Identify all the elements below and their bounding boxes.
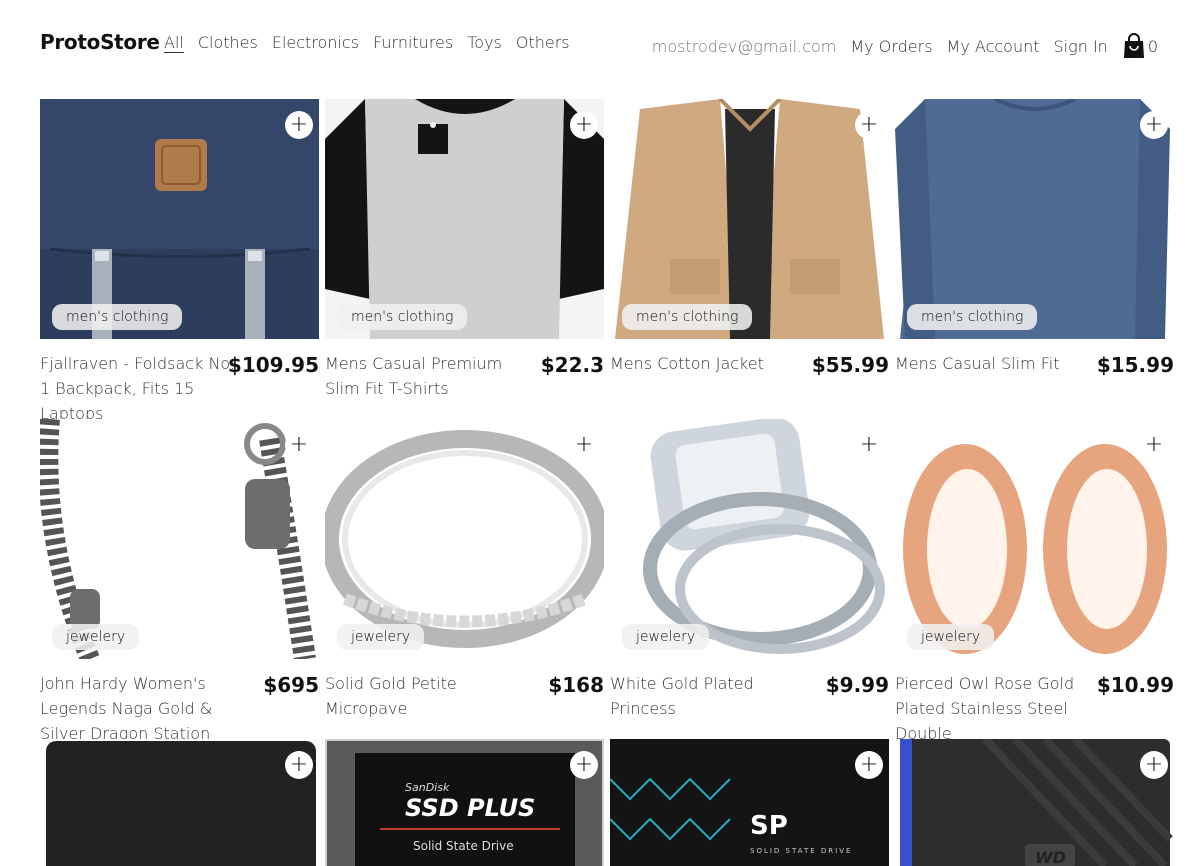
nav-category-toys[interactable]: Toys xyxy=(467,33,502,52)
category-badge: men's clothing xyxy=(907,304,1038,330)
my-orders-link[interactable]: My Orders xyxy=(850,37,932,56)
jacket-icon xyxy=(610,99,889,339)
ssd-sub: Solid State Drive xyxy=(413,839,514,853)
ssd-sp-icon: SP SOLID STATE DRIVE xyxy=(610,739,889,866)
product-price: $9.99 xyxy=(825,673,889,697)
add-to-cart-button[interactable]: + xyxy=(1140,431,1168,459)
nav-category-furnitures[interactable]: Furnitures xyxy=(373,33,453,52)
add-to-cart-button[interactable]: + xyxy=(1140,751,1168,779)
product-title[interactable]: White Gold Plated Princess xyxy=(610,671,810,721)
my-account-link[interactable]: My Account xyxy=(947,37,1040,56)
category-badge: jewelery xyxy=(907,624,995,650)
add-to-cart-button[interactable]: + xyxy=(285,431,313,459)
product-price: $168 xyxy=(548,673,604,697)
top-nav: ProtoStore All Clothes Electronics Furni… xyxy=(0,0,1198,90)
diamond-ring-icon xyxy=(610,419,889,659)
category-badge: jewelery xyxy=(52,624,140,650)
category-badge: jewelery xyxy=(622,624,710,650)
add-to-cart-button[interactable]: + xyxy=(855,431,883,459)
user-email: mostrodev@gmail.com xyxy=(651,36,837,56)
add-to-cart-button[interactable]: + xyxy=(855,751,883,779)
product-title[interactable]: Mens Casual Slim Fit xyxy=(895,351,1095,376)
backpack-icon xyxy=(40,99,319,339)
product-title[interactable]: Mens Cotton Jacket xyxy=(610,351,810,376)
nav-category-clothes[interactable]: Clothes xyxy=(198,33,258,52)
longsleeve-icon xyxy=(895,99,1174,339)
hard-drive-icon xyxy=(40,739,319,866)
ssd-model: SSD PLUS xyxy=(405,794,535,822)
product-image[interactable] xyxy=(610,419,889,659)
category-badge: jewelery xyxy=(337,624,425,650)
product-title[interactable]: Fjallraven - Foldsack No. 1 Backpack, Fi… xyxy=(40,351,240,426)
add-to-cart-button[interactable]: + xyxy=(285,111,313,139)
product-image[interactable] xyxy=(895,99,1174,339)
product-title[interactable]: Pierced Owl Rose Gold Plated Stainless S… xyxy=(895,671,1095,746)
product-image[interactable] xyxy=(895,419,1174,659)
category-badge: men's clothing xyxy=(622,304,753,330)
sign-in-link[interactable]: Sign In xyxy=(1054,37,1108,56)
product-title[interactable]: Solid Gold Petite Micropave xyxy=(325,671,525,721)
product-price: $695 xyxy=(263,673,319,697)
plugs-icon xyxy=(895,419,1174,659)
product-image[interactable]: SP SOLID STATE DRIVE xyxy=(610,739,889,866)
shopping-bag-icon xyxy=(1122,33,1146,59)
product-image[interactable] xyxy=(40,419,319,659)
nav-category-electronics[interactable]: Electronics xyxy=(272,33,359,52)
product-image[interactable] xyxy=(40,739,319,866)
add-to-cart-button[interactable]: + xyxy=(1140,111,1168,139)
add-to-cart-button[interactable]: + xyxy=(570,111,598,139)
wd-drive-icon: WD xyxy=(895,739,1174,866)
nav-category-others[interactable]: Others xyxy=(516,33,570,52)
cart-button[interactable]: 0 xyxy=(1122,33,1158,59)
add-to-cart-button[interactable]: + xyxy=(855,111,883,139)
product-image[interactable] xyxy=(325,419,604,659)
bracelet-icon xyxy=(40,419,319,659)
category-badge: men's clothing xyxy=(337,304,468,330)
ssd-brand: SanDisk xyxy=(405,781,450,794)
account-nav: mostrodev@gmail.com My Orders My Account… xyxy=(652,33,1158,59)
sp-brand: SP xyxy=(750,811,788,841)
ring-icon xyxy=(325,419,604,659)
product-price: $55.99 xyxy=(811,353,889,377)
category-nav: All Clothes Electronics Furnitures Toys … xyxy=(164,33,570,52)
product-image[interactable] xyxy=(325,99,604,339)
category-badge: men's clothing xyxy=(52,304,183,330)
nav-category-all[interactable]: All xyxy=(164,33,184,52)
product-price: $10.99 xyxy=(1096,673,1174,697)
product-price: $15.99 xyxy=(1096,353,1174,377)
product-price: $22.3 xyxy=(540,353,604,377)
cart-count: 0 xyxy=(1147,36,1158,56)
brand-logo[interactable]: ProtoStore xyxy=(40,30,160,54)
product-title[interactable]: Mens Casual Premium Slim Fit T-Shirts xyxy=(325,351,525,401)
wd-brand: WD xyxy=(1035,848,1066,866)
tshirt-icon xyxy=(325,99,604,339)
add-to-cart-button[interactable]: + xyxy=(285,751,313,779)
product-image[interactable]: SanDisk SSD PLUS Solid State Drive xyxy=(325,739,604,866)
product-price: $109.95 xyxy=(227,353,319,377)
product-image[interactable] xyxy=(40,99,319,339)
sp-sub: SOLID STATE DRIVE xyxy=(750,847,852,855)
ssd-icon: SanDisk SSD PLUS Solid State Drive xyxy=(325,739,604,866)
add-to-cart-button[interactable]: + xyxy=(570,751,598,779)
product-image[interactable] xyxy=(610,99,889,339)
product-image[interactable]: WD xyxy=(895,739,1174,866)
add-to-cart-button[interactable]: + xyxy=(570,431,598,459)
